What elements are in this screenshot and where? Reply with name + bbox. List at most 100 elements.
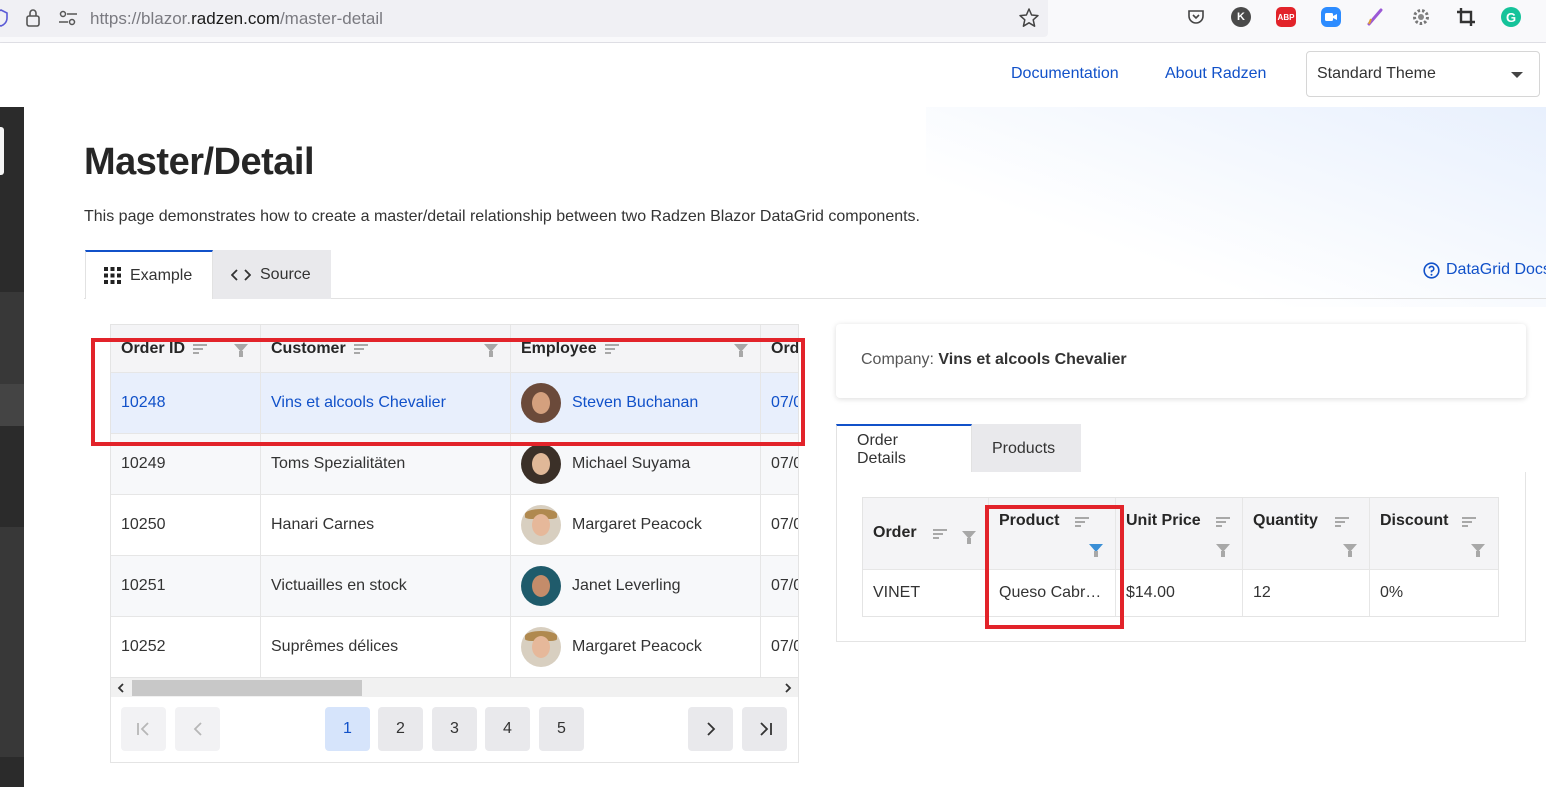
tab-source[interactable]: Source <box>213 250 331 299</box>
cell-order-date: 07/0 <box>771 577 798 594</box>
theme-dropdown[interactable]: Standard Theme <box>1306 51 1540 97</box>
company-name: Vins et alcools Chevalier <box>938 351 1127 368</box>
help-circle-icon <box>1423 261 1440 279</box>
column-header-order[interactable]: Order <box>863 498 989 569</box>
employee-name: Michael Suyama <box>572 455 691 472</box>
avatar <box>521 566 561 606</box>
highlight-selected-row <box>91 338 805 446</box>
tab-source-label: Source <box>260 265 311 283</box>
settings-gear-icon[interactable] <box>1411 7 1431 27</box>
pager-page-5-button[interactable]: 5 <box>539 707 584 751</box>
table-row[interactable]: 10250Hanari Carnes Margaret Peacock 07/0 <box>111 495 798 556</box>
sidebar <box>0 107 24 787</box>
chevron-right-icon <box>706 722 715 736</box>
pocket-icon[interactable] <box>1186 7 1206 27</box>
cell-order-date: 07/0 <box>771 638 798 655</box>
sort-icon[interactable] <box>1216 517 1230 527</box>
k-extension-icon[interactable]: K <box>1231 7 1251 27</box>
sort-icon[interactable] <box>1462 517 1476 527</box>
chevron-left-icon <box>193 722 202 736</box>
table-row[interactable]: 10251 Victuailles en stock Janet Leverling… <box>111 556 798 617</box>
column-header-unit-price[interactable]: Unit Price <box>1116 498 1243 569</box>
column-header-label: Order <box>873 524 917 541</box>
cell-order-date: 07/0 <box>771 516 798 533</box>
filter-icon[interactable] <box>1471 544 1485 557</box>
site-permissions-icon[interactable] <box>58 10 78 26</box>
filter-icon[interactable] <box>962 531 976 544</box>
company-text: Company: Vins et alcools Chevalier <box>861 351 1127 368</box>
cell-order: VINET <box>863 570 989 616</box>
pager-page-4-button[interactable]: 4 <box>485 707 530 751</box>
sort-icon[interactable] <box>933 529 947 539</box>
grid-icon <box>104 267 121 284</box>
about-radzen-link[interactable]: About Radzen <box>1165 65 1266 83</box>
browser-toolbar: https://blazor.radzen.com/master-detail … <box>0 0 1546 43</box>
cell-employee: Margaret Peacock <box>511 495 761 555</box>
url-text: https://blazor.radzen.com/master-detail <box>90 9 383 28</box>
column-header-label: Discount <box>1380 512 1449 529</box>
sidebar-toggle[interactable] <box>0 127 4 175</box>
app-header: Documentation About Radzen Standard Them… <box>0 43 1546 107</box>
pen-icon[interactable] <box>1366 7 1386 27</box>
order-details-panel: Order Product Unit Price Quantity Discou… <box>836 472 1526 642</box>
tab-products[interactable]: Products <box>972 424 1081 473</box>
company-card: Company: Vins et alcools Chevalier <box>836 324 1526 398</box>
pager-last-button[interactable] <box>742 707 787 751</box>
cell-discount: 0% <box>1380 584 1404 601</box>
main-content: Master/Detail This page demonstrates how… <box>24 107 1546 787</box>
scrollbar-thumb[interactable] <box>132 680 362 696</box>
grammarly-icon[interactable]: G <box>1501 7 1521 27</box>
bookmark-star-icon[interactable] <box>1018 7 1040 29</box>
column-header-label: Unit Price <box>1126 512 1201 529</box>
table-row[interactable]: 10252 Suprêmes délices Margaret Peacock 07/… <box>111 617 798 678</box>
code-icon <box>231 268 251 281</box>
column-header-discount[interactable]: Discount <box>1370 498 1498 569</box>
pager-page-2-button[interactable]: 2 <box>378 707 423 751</box>
cell-employee: Margaret Peacock <box>511 617 761 677</box>
adblock-plus-icon[interactable]: ABP <box>1276 7 1296 27</box>
pager-next-button[interactable] <box>688 707 733 751</box>
filter-icon[interactable] <box>1343 544 1357 557</box>
sidebar-item-active[interactable] <box>0 384 24 426</box>
sidebar-item[interactable] <box>0 527 24 757</box>
employee-name: Margaret Peacock <box>572 638 702 655</box>
avatar <box>521 444 561 484</box>
tab-products-label: Products <box>992 439 1056 457</box>
last-page-icon <box>759 722 772 736</box>
sort-icon[interactable] <box>1335 517 1349 527</box>
datagrid-docs-label: DataGrid Docs <box>1446 261 1546 278</box>
sidebar-item[interactable] <box>0 292 24 384</box>
cell-quantity: 12 <box>1243 570 1370 616</box>
cell-order-id: 10250 <box>111 495 261 555</box>
order-details-grid: Order Product Unit Price Quantity Discou… <box>862 497 1499 617</box>
column-header-quantity[interactable]: Quantity <box>1243 498 1370 569</box>
chevron-down-icon <box>1511 72 1523 78</box>
pager-previous-button[interactable] <box>175 707 220 751</box>
pager-page-1-button[interactable]: 1 <box>325 707 370 751</box>
column-header-label: Quantity <box>1253 512 1318 529</box>
cell-unit-price: $14.00 <box>1116 570 1243 616</box>
avatar <box>521 627 561 667</box>
filter-icon[interactable] <box>1216 544 1230 557</box>
pager-first-button[interactable] <box>121 707 166 751</box>
horizontal-scrollbar[interactable] <box>111 677 798 697</box>
cell-customer: Hanari Carnes <box>261 495 511 555</box>
first-page-icon <box>136 722 149 736</box>
theme-dropdown-value: Standard Theme <box>1317 65 1436 82</box>
tab-order-details[interactable]: Order Details <box>836 424 972 473</box>
cell-customer: Victuailles en stock <box>261 556 511 616</box>
crop-icon[interactable] <box>1456 7 1476 27</box>
documentation-link[interactable]: Documentation <box>1011 65 1119 83</box>
pager-page-3-button[interactable]: 3 <box>432 707 477 751</box>
employee-name: Margaret Peacock <box>572 516 702 533</box>
tab-example[interactable]: Example <box>85 250 213 299</box>
cell-order-id: 10252 <box>111 617 261 677</box>
zoom-icon[interactable] <box>1321 7 1341 27</box>
table-row[interactable]: VINET Queso Cabr… $14.00 12 0% <box>863 570 1498 616</box>
datagrid-docs-link[interactable]: DataGrid Docs <box>1423 261 1546 279</box>
address-bar[interactable]: https://blazor.radzen.com/master-detail <box>0 0 1048 37</box>
scroll-right-icon[interactable] <box>783 683 793 693</box>
employee-name: Janet Leverling <box>572 577 681 594</box>
lock-icon[interactable] <box>24 8 42 28</box>
scroll-left-icon[interactable] <box>116 683 126 693</box>
